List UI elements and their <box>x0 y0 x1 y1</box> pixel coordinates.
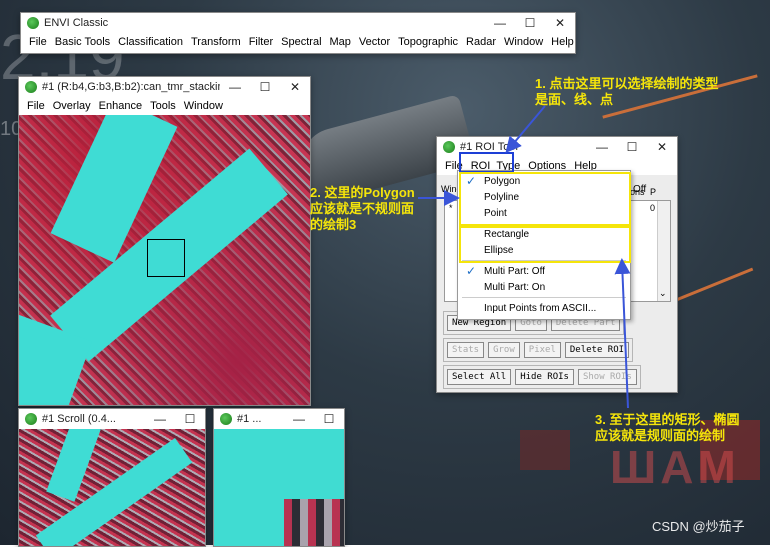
maximize-icon[interactable]: ☐ <box>175 412 205 426</box>
close-icon[interactable]: ✕ <box>280 80 310 94</box>
annotation-1: 1. 点击这里可以选择绘制的类型 是面、线、点 <box>535 76 719 107</box>
menu-transform[interactable]: Transform <box>187 36 245 48</box>
maximize-icon[interactable]: ☐ <box>515 16 545 30</box>
menu-window[interactable]: Window <box>500 36 547 48</box>
minimize-icon[interactable]: — <box>587 140 617 154</box>
zoom-image[interactable] <box>214 429 344 546</box>
close-icon[interactable]: ✕ <box>545 16 575 30</box>
menu-spectral[interactable]: Spectral <box>277 36 325 48</box>
scroll-image[interactable] <box>19 429 205 546</box>
menu-enhance[interactable]: Enhance <box>95 100 146 112</box>
menu-topographic[interactable]: Topographic <box>394 36 462 48</box>
hide-rois-button[interactable]: Hide ROIs <box>515 369 574 385</box>
titlebar: #1 ... — ☐ <box>214 409 344 429</box>
envi-menubar: File Basic Tools Classification Transfor… <box>21 33 575 50</box>
titlebar: #1 Scroll (0.4... — ☐ <box>19 409 205 429</box>
menu-tools[interactable]: Tools <box>146 100 180 112</box>
satellite-image[interactable] <box>19 115 310 405</box>
pixel-block <box>284 499 344 546</box>
delete-roi-button[interactable]: Delete ROI <box>564 342 630 358</box>
annotation-3: 3. 至于这里的矩形、椭圆 应该就是规则面的绘制 <box>595 412 740 443</box>
menu-filter[interactable]: Filter <box>245 36 277 48</box>
titlebar: #1 (R:b4,G:b3,B:b2):can_tmr_stacking... … <box>19 77 310 97</box>
image-display-window: #1 (R:b4,G:b3,B:b2):can_tmr_stacking... … <box>18 76 311 406</box>
river <box>46 429 102 502</box>
minimize-icon[interactable]: — <box>145 412 175 426</box>
menu-radar[interactable]: Radar <box>462 36 500 48</box>
zoom-window: #1 ... — ☐ <box>213 408 345 547</box>
menu-file[interactable]: File <box>23 100 49 112</box>
show-rois-button[interactable]: Show ROIs <box>577 369 637 385</box>
rectangle-group-highlight <box>459 226 631 263</box>
stats-button[interactable]: Stats <box>447 342 485 358</box>
checkmark-icon: ✓ <box>465 264 477 278</box>
menu-item-multi-part-off[interactable]: ✓ Multi Part: Off <box>458 263 630 279</box>
envi-app-icon <box>443 141 455 153</box>
watermark: CSDN @炒茄子 <box>652 519 745 534</box>
list-scrollbar[interactable]: ⌄ <box>657 201 670 301</box>
menu-item-input-points-ascii[interactable]: Input Points from ASCII... <box>458 300 630 316</box>
envi-app-icon <box>25 413 37 425</box>
zoom-box[interactable] <box>147 239 185 277</box>
menu-window[interactable]: Window <box>180 100 227 112</box>
select-all-button[interactable]: Select All <box>447 369 512 385</box>
window-title: #1 (R:b4,G:b3,B:b2):can_tmr_stacking... <box>42 81 220 93</box>
envi-app-icon <box>25 81 37 93</box>
window-title: ENVI Classic <box>44 17 109 29</box>
grow-button[interactable]: Grow <box>488 342 520 358</box>
wallpaper-text: ШАМ <box>610 441 740 493</box>
button-row-3: Select All Hide ROIs Show ROIs <box>443 365 641 389</box>
menu-help[interactable]: Help <box>547 36 578 48</box>
minimize-icon[interactable]: — <box>220 80 250 94</box>
menu-basic-tools[interactable]: Basic Tools <box>51 36 114 48</box>
roi-type-highlight <box>459 152 514 173</box>
titlebar: ENVI Classic — ☐ ✕ <box>21 13 575 33</box>
list-value: 0 <box>650 203 656 213</box>
display-menubar: File Overlay Enhance Tools Window <box>19 97 310 114</box>
menu-file[interactable]: File <box>25 36 51 48</box>
envi-app-icon <box>27 17 39 29</box>
wallpaper-shape <box>520 430 570 470</box>
menu-overlay[interactable]: Overlay <box>49 100 95 112</box>
pixel-button[interactable]: Pixel <box>523 342 561 358</box>
menu-item-multi-part-on[interactable]: Multi Part: On <box>458 279 630 295</box>
window-title: #1 ... <box>237 413 262 425</box>
chevron-down-icon[interactable]: ⌄ <box>659 288 667 299</box>
close-icon[interactable]: ✕ <box>647 140 677 154</box>
window-title: #1 Scroll (0.4... <box>42 413 116 425</box>
menu-separator <box>462 297 626 298</box>
minimize-icon[interactable]: — <box>284 412 314 426</box>
annotation-2: 2. 这里的Polygon 应该就是不规则面 的绘制3 <box>310 185 415 232</box>
polygon-group-highlight <box>459 172 631 226</box>
envi-app-icon <box>220 413 232 425</box>
column-header-p: P <box>650 187 657 197</box>
button-row-2: Stats Grow Pixel Delete ROI <box>443 338 634 362</box>
list-star: * <box>449 203 453 213</box>
scroll-window: #1 Scroll (0.4... — ☐ <box>18 408 206 547</box>
envi-main-window: ENVI Classic — ☐ ✕ File Basic Tools Clas… <box>20 12 576 54</box>
menu-vector[interactable]: Vector <box>355 36 394 48</box>
maximize-icon[interactable]: ☐ <box>250 80 280 94</box>
minimize-icon[interactable]: — <box>485 16 515 30</box>
maximize-icon[interactable]: ☐ <box>617 140 647 154</box>
menu-classification[interactable]: Classification <box>114 36 187 48</box>
maximize-icon[interactable]: ☐ <box>314 412 344 426</box>
menu-map[interactable]: Map <box>326 36 355 48</box>
